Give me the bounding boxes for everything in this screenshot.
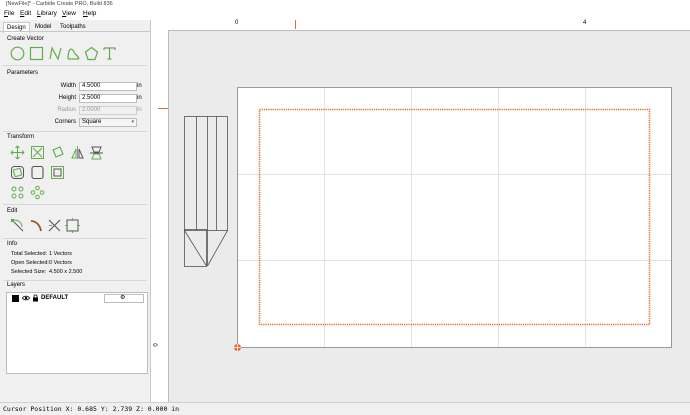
origin-icon: [234, 344, 241, 351]
status-bar: Cursor Position X: 0.685 Y: 2.739 Z: 0.0…: [0, 402, 690, 415]
design-canvas[interactable]: [0, 0, 690, 414]
stock-rectangle: [237, 87, 672, 348]
tool-preview: [184, 116, 228, 267]
cursor-position: Cursor Position X: 0.685 Y: 2.739 Z: 0.0…: [3, 405, 180, 413]
